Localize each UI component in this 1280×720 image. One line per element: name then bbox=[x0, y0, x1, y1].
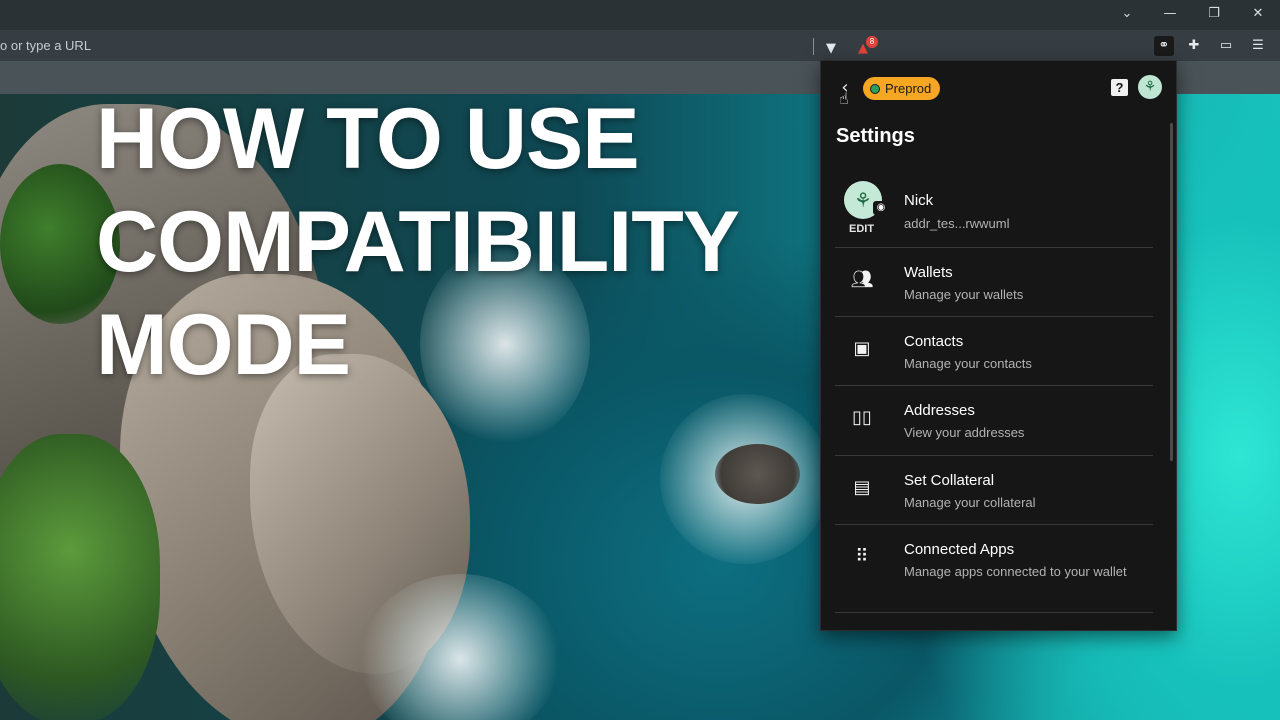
browser-menu-icon[interactable]: ☰ bbox=[1248, 36, 1268, 56]
video-headline: HOW TO USE COMPATIBILITY MODE bbox=[96, 88, 796, 397]
contacts-icon: ▣ bbox=[853, 338, 871, 359]
help-icon[interactable]: ? bbox=[1111, 79, 1128, 96]
islet-rock bbox=[715, 444, 800, 504]
settings-item-subtitle: Manage your wallets bbox=[904, 287, 1024, 302]
settings-item-title: Wallets bbox=[904, 264, 953, 281]
people-icon: 👥︎ bbox=[850, 269, 874, 290]
list-icon: ▤ bbox=[853, 477, 871, 498]
settings-item-title: Addresses bbox=[904, 402, 975, 419]
headline-line: COMPATIBILITY bbox=[96, 194, 740, 290]
tab-search-chevron-icon[interactable]: ⌄ bbox=[1115, 4, 1139, 24]
profile-name: Nick bbox=[904, 192, 934, 209]
page-title: Settings bbox=[836, 125, 915, 147]
browser-toolbar: o or type a URL ▼ ▲ 8 ⚭ ✚ ▭ ☰ bbox=[0, 30, 1280, 61]
wallet-settings-popup: ‹ ☝ Preprod ? ⚘ Settings ⚘ ◉ EDIT Nick a… bbox=[820, 60, 1177, 631]
settings-item-addresses[interactable]: ▯▯ Addresses View your addresses bbox=[835, 385, 1153, 454]
browser-wallet-icon[interactable]: ▭ bbox=[1216, 36, 1236, 56]
settings-item-contacts[interactable]: ▣ Contacts Manage your contacts bbox=[835, 316, 1153, 385]
book-icon: ▯▯ bbox=[852, 407, 872, 428]
vegetation-shape bbox=[0, 434, 160, 720]
minimize-button[interactable]: — bbox=[1158, 4, 1182, 24]
settings-item-collateral[interactable]: ▤ Set Collateral Manage your collateral bbox=[835, 455, 1153, 524]
settings-item-subtitle: Manage your contacts bbox=[904, 356, 1032, 371]
settings-item-subtitle: Manage your collateral bbox=[904, 495, 1036, 510]
edit-avatar-label[interactable]: EDIT bbox=[849, 223, 874, 235]
mouse-cursor-icon: ☝ bbox=[839, 89, 849, 108]
address-bar[interactable]: o or type a URL ▼ ▲ 8 bbox=[0, 33, 1145, 59]
settings-item-subtitle: Manage apps connected to your wallet bbox=[904, 564, 1127, 579]
account-avatar[interactable]: ⚘ bbox=[1138, 75, 1162, 99]
headline-line: HOW TO USE bbox=[96, 91, 640, 187]
camera-icon[interactable]: ◉ bbox=[873, 201, 889, 215]
settings-item-subtitle: View your addresses bbox=[904, 425, 1025, 440]
settings-item-connected-apps[interactable]: ⠿ Connected Apps Manage apps connected t… bbox=[835, 524, 1153, 612]
scrollbar[interactable] bbox=[1170, 123, 1173, 461]
settings-item-title: Set Collateral bbox=[904, 472, 995, 489]
extensions-puzzle-icon[interactable]: ✚ bbox=[1184, 36, 1204, 56]
brave-shields-icon[interactable]: ▼ bbox=[821, 39, 841, 59]
network-badge: Preprod bbox=[863, 77, 941, 100]
headline-line: MODE bbox=[96, 297, 351, 393]
restore-button[interactable]: ❐ bbox=[1202, 4, 1226, 24]
wallet-extension-icon[interactable]: ⚭ bbox=[1154, 36, 1174, 56]
network-status-dot bbox=[870, 84, 880, 94]
apps-grid-icon: ⠿ bbox=[855, 546, 869, 567]
address-bar-placeholder: o or type a URL bbox=[0, 38, 92, 53]
close-window-button[interactable]: ✕ bbox=[1246, 4, 1270, 24]
settings-item-title: Contacts bbox=[904, 333, 964, 350]
menu-divider bbox=[835, 612, 1153, 613]
settings-item-wallets[interactable]: 👥︎ Wallets Manage your wallets bbox=[835, 247, 1153, 316]
browser-titlebar: ⌄ — ❐ ✕ bbox=[0, 0, 1280, 30]
settings-item-title: Connected Apps bbox=[904, 541, 1015, 558]
address-bar-divider bbox=[813, 38, 814, 55]
profile-address: addr_tes...rwwuml bbox=[904, 216, 1010, 231]
rewards-badge: 8 bbox=[866, 36, 878, 48]
network-label: Preprod bbox=[885, 81, 932, 96]
profile-card[interactable]: ⚘ ◉ EDIT Nick addr_tes...rwwuml bbox=[835, 173, 1153, 247]
